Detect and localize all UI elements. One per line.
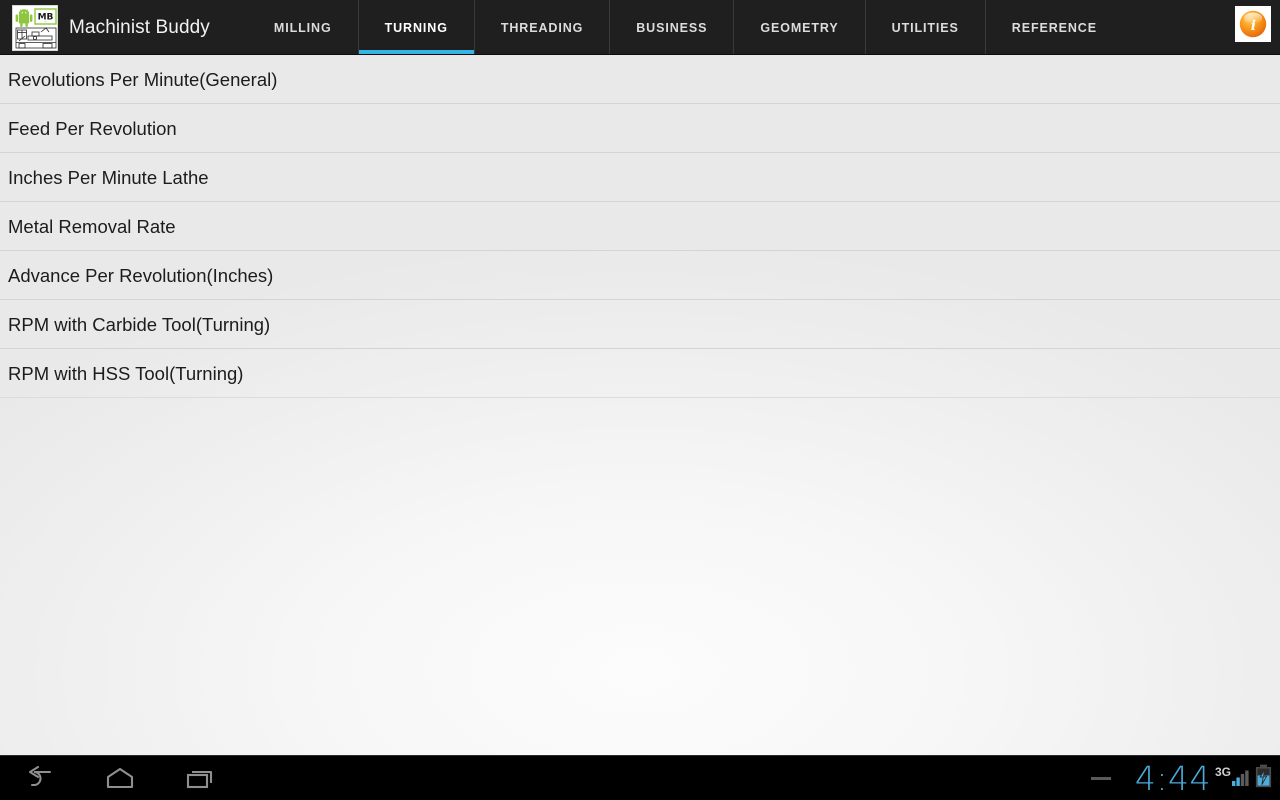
list-item[interactable]: Feed Per Revolution xyxy=(0,104,1280,153)
list-item[interactable]: Metal Removal Rate xyxy=(0,202,1280,251)
content-area: Revolutions Per Minute(General) Feed Per… xyxy=(0,55,1280,755)
list-item-label: Feed Per Revolution xyxy=(8,117,177,139)
list-item-label: Revolutions Per Minute(General) xyxy=(8,68,278,90)
app-screen: MB ™ Machinist Buddy MILLING TURNING THR… xyxy=(0,0,1280,800)
clock: 4:44 xyxy=(1134,759,1211,798)
list-item-label: Advance Per Revolution(Inches) xyxy=(8,264,274,286)
tab-threading[interactable]: THREADING xyxy=(473,0,609,54)
list-item[interactable]: RPM with Carbide Tool(Turning) xyxy=(0,300,1280,349)
network-type-label: 3G xyxy=(1214,764,1231,779)
app-title: Machinist Buddy xyxy=(69,16,210,38)
calculator-list: Revolutions Per Minute(General) Feed Per… xyxy=(0,55,1280,398)
machinist-buddy-lathe-icon: MB ™ xyxy=(12,4,58,51)
system-navigation-bar: 4:44 3G xyxy=(0,755,1280,800)
tab-utilities[interactable]: UTILITIES xyxy=(864,0,985,54)
tab-label: GEOMETRY xyxy=(760,20,839,35)
list-item-label: Metal Removal Rate xyxy=(8,215,176,237)
tab-milling[interactable]: MILLING xyxy=(248,0,358,54)
svg-text:i: i xyxy=(1251,18,1256,34)
home-icon[interactable] xyxy=(80,756,160,800)
tab-turning[interactable]: TURNING xyxy=(357,0,474,54)
tab-business[interactable]: BUSINESS xyxy=(609,0,733,54)
tab-label: MILLING xyxy=(273,20,332,35)
list-item[interactable]: Advance Per Revolution(Inches) xyxy=(0,251,1280,300)
back-icon[interactable] xyxy=(0,756,80,800)
tab-label: TURNING xyxy=(384,20,448,35)
notification-dash-icon xyxy=(1090,777,1111,780)
battery-charging-icon xyxy=(1255,764,1272,793)
nav-keys xyxy=(0,756,240,800)
tab-reference[interactable]: REFERENCE xyxy=(984,0,1123,54)
svg-text:™: ™ xyxy=(44,20,47,24)
info-circle-icon[interactable]: i xyxy=(1235,6,1271,42)
app-brand[interactable]: MB ™ Machinist Buddy xyxy=(0,0,210,54)
signal-bars-icon: 3G xyxy=(1215,764,1250,794)
tab-label: BUSINESS xyxy=(636,20,708,35)
tab-label: THREADING xyxy=(500,20,584,35)
list-item-label: RPM with Carbide Tool(Turning) xyxy=(8,313,271,335)
list-item[interactable]: Revolutions Per Minute(General) xyxy=(0,55,1280,104)
tab-strip: MILLING TURNING THREADING BUSINESS GEOME… xyxy=(248,0,1123,54)
tab-label: REFERENCE xyxy=(1011,20,1097,35)
list-item-label: RPM with HSS Tool(Turning) xyxy=(8,362,244,384)
status-tray: 4:44 3G xyxy=(1090,756,1272,800)
action-bar: MB ™ Machinist Buddy MILLING TURNING THR… xyxy=(0,0,1280,55)
recents-icon[interactable] xyxy=(160,756,240,800)
tab-label: UTILITIES xyxy=(891,20,959,35)
list-item-label: Inches Per Minute Lathe xyxy=(8,166,209,188)
tab-geometry[interactable]: GEOMETRY xyxy=(733,0,864,54)
list-item[interactable]: Inches Per Minute Lathe xyxy=(0,153,1280,202)
list-item[interactable]: RPM with HSS Tool(Turning) xyxy=(0,349,1280,398)
